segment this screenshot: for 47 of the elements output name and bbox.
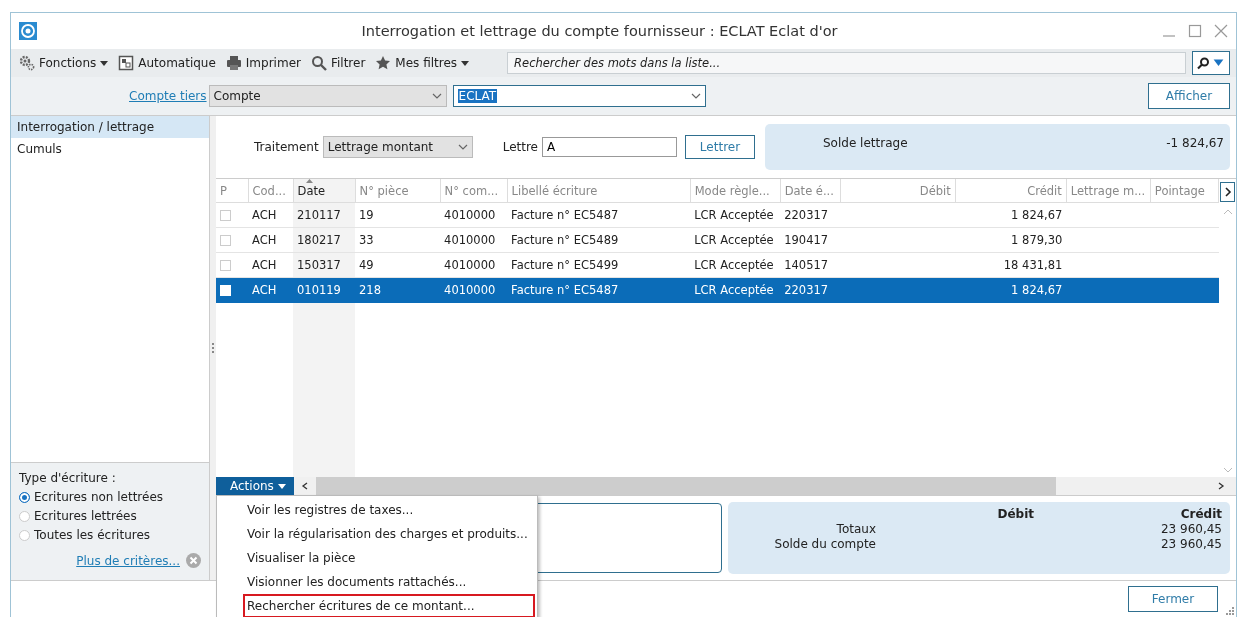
table-cell: ACH	[252, 233, 277, 247]
totals-header: Crédit	[1179, 507, 1222, 521]
totals-header: Débit	[996, 507, 1034, 521]
table-cell: ACH	[252, 258, 277, 272]
table-cell: LCR Acceptée	[694, 208, 774, 222]
table-cell: ACH	[252, 208, 277, 222]
table-cell: 140517	[784, 258, 829, 272]
table-cell: Facture n° EC5499	[511, 258, 619, 272]
radio-label: Ecritures lettrées	[34, 509, 137, 523]
treatment-label: Traitement	[254, 140, 319, 154]
balance-value: -1 824,67	[1166, 136, 1224, 150]
table-cell: 210117	[297, 208, 341, 222]
totals-label: Totaux	[835, 522, 876, 536]
table-cell: Facture n° EC5487	[511, 208, 619, 222]
table-cell: Facture n° EC5489	[511, 233, 619, 247]
radio-label: Ecritures non lettrées	[34, 490, 164, 504]
table-cell: 150317	[297, 258, 341, 272]
table-cell: Facture n° EC5487	[511, 283, 619, 297]
table-cell: 1 824,67	[1011, 208, 1063, 222]
table-cell: 18 431,81	[1003, 258, 1063, 272]
table-cell: 4010000	[444, 208, 496, 222]
table-cell: 220317	[784, 283, 829, 297]
balance-label: Solde lettrage	[823, 136, 908, 150]
totals-value: 23 960,45	[1159, 537, 1222, 551]
table-cell: LCR Acceptée	[694, 233, 774, 247]
table-cell: 4010000	[444, 233, 496, 247]
table-cell: 4010000	[444, 258, 496, 272]
table-cell: 220317	[784, 208, 829, 222]
totals-value: 23 960,45	[1159, 522, 1222, 536]
table-cell: 1 824,67	[1011, 283, 1063, 297]
window-title: Interrogation et lettrage du compte fournisseur : ECLAT Eclat d'or	[360, 23, 839, 39]
table-cell: 190417	[784, 233, 829, 247]
table-cell: 33	[359, 233, 374, 247]
table-cell: LCR Acceptée	[694, 283, 774, 297]
table-cell: 010119	[297, 283, 341, 297]
table-cell: 19	[359, 208, 374, 222]
filter-title: Type d'écriture :	[19, 471, 117, 485]
table-cell: LCR Acceptée	[694, 258, 774, 272]
table-cell: 180217	[297, 233, 341, 247]
table-cell: ACH	[252, 283, 277, 297]
table-cell: 4010000	[444, 283, 496, 297]
totals-label: Solde du compte	[773, 537, 876, 551]
table-cell: 218	[359, 283, 381, 297]
table-cell: 1 879,30	[1011, 233, 1063, 247]
table-cell: 49	[359, 258, 374, 272]
letter-label: Lettre	[502, 140, 538, 154]
radio-label: Toutes les écritures	[34, 528, 151, 542]
